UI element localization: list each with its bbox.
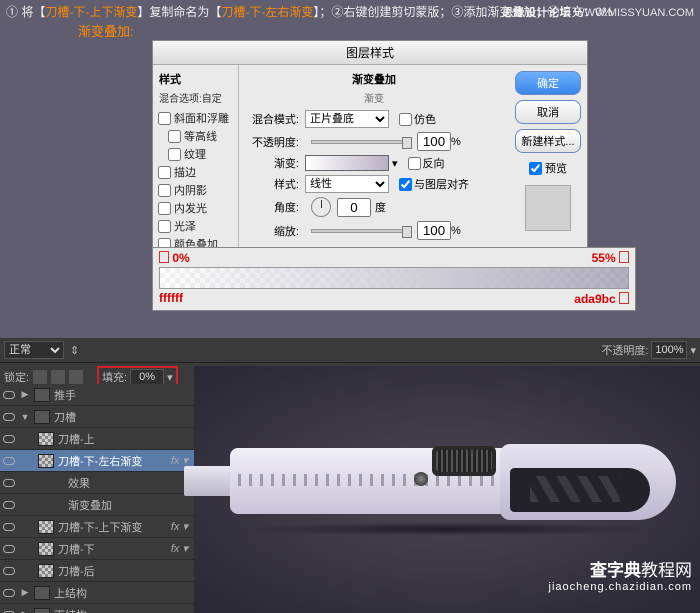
gradient-style-select[interactable]: 线性 — [305, 175, 389, 193]
fx-badge[interactable]: fx ▾ — [171, 542, 188, 555]
visibility-icon[interactable] — [2, 432, 16, 446]
align-checkbox[interactable] — [399, 178, 412, 191]
folder-icon — [34, 388, 50, 402]
style-item[interactable]: 描边 — [155, 163, 236, 181]
layer-name: 上结构 — [54, 585, 87, 601]
gradient-section-label: 渐变叠加: — [0, 21, 700, 40]
layer-thumbnail — [38, 454, 54, 468]
style-item[interactable]: 光泽 — [155, 217, 236, 235]
scale-input[interactable] — [417, 221, 451, 240]
layer-blend-select[interactable]: 正常 — [4, 341, 64, 359]
gradient-editor-strip: 0% 55% ffffff ada9bc — [152, 247, 636, 311]
style-item[interactable]: 斜面和浮雕 — [155, 109, 236, 127]
visibility-icon[interactable] — [2, 388, 16, 402]
opacity-input[interactable] — [417, 132, 451, 151]
dialog-title: 图层样式 — [153, 41, 587, 65]
layer-thumbnail — [38, 542, 54, 556]
visibility-icon[interactable] — [2, 498, 16, 512]
preview-thumbnail — [525, 185, 571, 231]
dither-checkbox[interactable] — [399, 113, 412, 126]
layer-name: 刀槽-上 — [58, 431, 95, 447]
visibility-icon[interactable] — [2, 454, 16, 468]
opacity-slider[interactable] — [311, 140, 411, 144]
layer-name: 推手 — [54, 387, 76, 403]
layer-row[interactable]: 刀槽-下-左右渐变fx ▾ — [0, 450, 194, 472]
layer-name: 效果 — [68, 475, 90, 491]
fx-badge[interactable]: fx ▾ — [171, 520, 188, 533]
layer-style-dialog: 图层样式 样式 混合选项:自定 斜面和浮雕等高线纹理描边内阴影内发光光泽颜色叠加… — [152, 40, 588, 269]
style-item[interactable]: 纹理 — [155, 145, 236, 163]
angle-input[interactable] — [337, 198, 371, 217]
layer-opacity-input[interactable] — [651, 341, 687, 359]
layer-row[interactable]: ▶推手 — [0, 384, 194, 406]
folder-icon — [34, 608, 50, 613]
layer-name: 刀槽-后 — [58, 563, 95, 579]
lock-pixels-icon[interactable] — [33, 370, 47, 384]
layers-panel: 正常 ⇕ 不透明度: ▾ 锁定: 填充: ▾ ▶推手▼刀槽刀槽-上刀槽-下-左右… — [0, 338, 700, 613]
layer-name: 刀槽-下 — [58, 541, 95, 557]
layer-row[interactable]: 刀槽-上 — [0, 428, 194, 450]
visibility-icon[interactable] — [2, 564, 16, 578]
lock-all-icon[interactable] — [69, 370, 83, 384]
styles-list: 样式 混合选项:自定 斜面和浮雕等高线纹理描边内阴影内发光光泽颜色叠加渐变叠加 — [153, 65, 239, 268]
layer-name: 刀槽 — [54, 409, 76, 425]
stop-left-icon[interactable] — [159, 251, 169, 263]
gradient-strip[interactable] — [159, 267, 629, 289]
layer-name: 下结构 — [54, 607, 87, 613]
cancel-button[interactable]: 取消 — [515, 100, 581, 124]
reverse-checkbox[interactable] — [408, 157, 421, 170]
fill-input[interactable] — [130, 369, 164, 385]
gradient-overlay-options: 渐变叠加 渐变 混合模式: 正片叠底 仿色 不透明度: % 渐变: ▾ 反向 样… — [239, 65, 509, 268]
style-item[interactable]: 等高线 — [155, 127, 236, 145]
watermark-top: 思缘设计论坛 WWW.MISSYUAN.COM — [502, 4, 694, 20]
canvas-preview: 查字典教程网 jiaocheng.chazidian.com — [194, 366, 700, 613]
gradient-swatch[interactable] — [305, 155, 389, 171]
layer-row[interactable]: ▼刀槽 — [0, 406, 194, 428]
layer-thumbnail — [38, 564, 54, 578]
layer-name: 刀槽-下-左右渐变 — [58, 453, 142, 469]
visibility-icon[interactable] — [2, 608, 16, 613]
knife-illustration — [200, 436, 680, 528]
layer-name: 渐变叠加 — [68, 497, 112, 513]
folder-icon — [34, 586, 50, 600]
style-item[interactable]: 内阴影 — [155, 181, 236, 199]
layer-row[interactable]: 渐变叠加 — [0, 494, 194, 516]
layer-row[interactable]: ▶下结构 — [0, 604, 194, 613]
layer-row[interactable]: 刀槽-下 fx ▾ — [0, 538, 194, 560]
visibility-icon[interactable] — [2, 476, 16, 490]
layer-row[interactable]: 效果 — [0, 472, 194, 494]
new-style-button[interactable]: 新建样式... — [515, 129, 581, 153]
watermark-bottom: 查字典教程网 jiaocheng.chazidian.com — [549, 556, 692, 593]
visibility-icon[interactable] — [2, 542, 16, 556]
visibility-icon[interactable] — [2, 586, 16, 600]
visibility-icon[interactable] — [2, 520, 16, 534]
layer-thumbnail — [38, 432, 54, 446]
layer-row[interactable]: 刀槽-下-上下渐变 fx ▾ — [0, 516, 194, 538]
preview-checkbox[interactable] — [529, 162, 542, 175]
layer-row[interactable]: ▶上结构 — [0, 582, 194, 604]
stop-right-icon[interactable] — [619, 251, 629, 263]
angle-dial[interactable] — [311, 197, 331, 217]
folder-icon — [34, 410, 50, 424]
blend-mode-select[interactable]: 正片叠底 — [305, 110, 389, 128]
layer-thumbnail — [38, 520, 54, 534]
style-item[interactable]: 内发光 — [155, 199, 236, 217]
lock-position-icon[interactable] — [51, 370, 65, 384]
scale-slider[interactable] — [311, 229, 411, 233]
blend-mode-label: 混合模式: — [247, 111, 299, 127]
ok-button[interactable]: 确定 — [515, 71, 581, 95]
layer-name: 刀槽-下-上下渐变 — [58, 519, 142, 535]
stop-color-icon[interactable] — [619, 292, 629, 304]
layer-row[interactable]: 刀槽-后 — [0, 560, 194, 582]
visibility-icon[interactable] — [2, 410, 16, 424]
